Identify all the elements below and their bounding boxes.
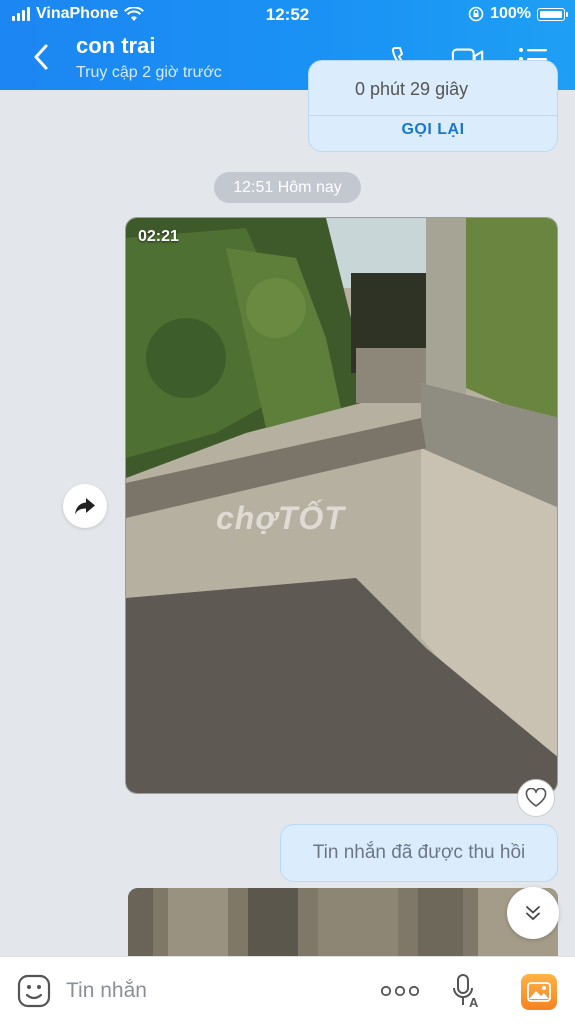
watermark-logo: chợTỐT (216, 500, 345, 536)
battery-percent: 100% (490, 5, 531, 22)
message-input[interactable] (66, 975, 356, 1007)
heart-icon[interactable] (517, 779, 555, 817)
scroll-down-button[interactable] (507, 887, 559, 939)
last-seen: Truy cập 2 giờ trước (76, 64, 222, 81)
sticker-icon[interactable] (14, 971, 54, 1011)
status-bar: VinaPhone 12:52 100% (0, 0, 575, 30)
message-input-bar: A (0, 956, 575, 1024)
call-back-button[interactable]: GỌI LẠI (309, 121, 557, 139)
orientation-lock-icon (468, 6, 484, 22)
recalled-message[interactable]: Tin nhắn đã được thu hồi (280, 824, 558, 882)
more-options-icon[interactable] (378, 977, 422, 1005)
battery-icon (537, 7, 568, 21)
video-duration: 02:21 (138, 228, 179, 245)
voice-to-text-icon[interactable]: A (448, 971, 486, 1011)
back-icon[interactable] (24, 40, 58, 74)
divider (309, 115, 557, 116)
gallery-icon[interactable] (521, 974, 557, 1010)
svg-text:A: A (469, 995, 479, 1009)
call-log-bubble: 0 phút 29 giây GỌI LẠI (308, 60, 558, 152)
chevron-down-icon (526, 906, 540, 921)
forward-icon[interactable] (63, 484, 107, 528)
call-duration: 0 phút 29 giây (355, 79, 469, 99)
video-message[interactable]: 02:21 chợTỐT (125, 217, 558, 794)
contact-name[interactable]: con trai (76, 33, 155, 59)
timestamp-chip: 12:51 Hôm nay (214, 172, 361, 203)
